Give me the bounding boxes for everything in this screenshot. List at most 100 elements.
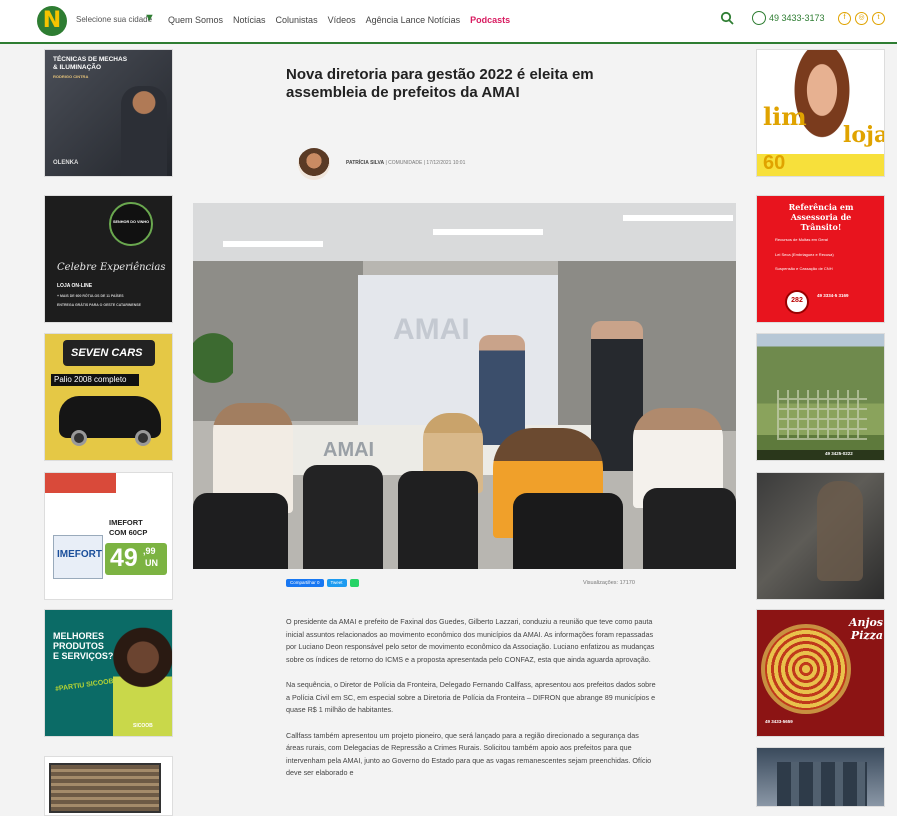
ad-sicoob-tag: #PARTIU SICOOB	[54, 677, 115, 694]
photo-desk-text: AMAI	[323, 439, 375, 461]
ad-left-bottom[interactable]	[44, 756, 173, 816]
facebook-icon[interactable]: f	[838, 12, 851, 25]
city-selector[interactable]: Selecione sua cidade	[76, 15, 152, 24]
photo-plant	[193, 313, 233, 403]
nav-item-noticias[interactable]: Notícias	[233, 15, 266, 25]
ad-pizza-phone: 49 3433-5659	[765, 719, 793, 724]
ad-vinho-brand: SENHOR DO VINHO	[112, 220, 150, 224]
ad-transito-item-1: Recursos de Multas em Geral	[775, 237, 828, 242]
ad-right-bottom[interactable]	[756, 747, 885, 807]
article-paragraph-3: Callfass também apresentou um projeto pi…	[286, 730, 652, 778]
ad-video-dark[interactable]	[756, 472, 885, 600]
ad-tecnicas-sub: RODRIGO CINTRA	[53, 74, 89, 79]
nav-item-colunistas[interactable]: Colunistas	[276, 15, 318, 25]
ad-imefort-header-bar	[45, 473, 172, 493]
photo-wall-right	[558, 261, 736, 431]
ad-imefort-price: 49	[110, 544, 138, 572]
ad-seven-cars-wheel-front	[71, 430, 87, 446]
twitter-icon[interactable]: t	[872, 12, 885, 25]
nav-item-quem-somos[interactable]: Quem Somos	[168, 15, 223, 25]
ad-tecnicas-line2: & ILUMINAÇÃO	[53, 64, 102, 71]
ad-lim-word1: lim	[763, 102, 807, 131]
ad-anjos-pizza[interactable]: Anjos Pizza 49 3433-5659	[756, 609, 885, 737]
photo-chair-5	[643, 488, 736, 569]
ad-seven-cars-caption: Palio 2008 completo	[54, 375, 127, 384]
chevron-down-icon[interactable]: ▼	[144, 12, 155, 24]
ad-left-bottom-image	[49, 763, 161, 813]
photo-speaker-1	[479, 335, 525, 445]
article-paragraph-1: O presidente da AMAI e prefeito de Faxin…	[286, 617, 655, 664]
ad-assessoria-transito[interactable]: Referência em Assessoria de Trânsito! Re…	[756, 195, 885, 323]
ad-loteamento-caption: 49 3425-0222	[825, 451, 853, 456]
whatsapp-icon	[752, 11, 766, 25]
ad-tecnicas-person	[121, 86, 167, 176]
ad-transito-title: Referência em Assessoria de Trânsito!	[788, 202, 854, 232]
ad-loteamento-aereo[interactable]: 49 3425-0222	[756, 333, 885, 461]
photo-wall-text: AMAI	[393, 313, 470, 346]
article-byline: PATRÍCIA SILVA | COMUNIDADE | 17/12/2021…	[346, 160, 465, 166]
photo-chair-3	[398, 471, 478, 569]
ad-vinho-line2: + MAIS DE 600 RÓTULOS DE 11 PAÍSES	[57, 294, 124, 298]
ad-imefort-detail: COM 60CP	[109, 528, 148, 537]
ad-imefort-unit: UN	[145, 558, 158, 568]
photo-chair-1	[193, 493, 288, 569]
instagram-icon[interactable]: ◎	[855, 12, 868, 25]
ad-sicoob[interactable]: MELHORES PRODUTOS E SERVIÇOS? #PARTIU SI…	[44, 609, 173, 737]
article-main-photo: AMAI AMAI	[193, 203, 736, 569]
ad-imefort-product: IMEFORT	[109, 518, 143, 527]
ad-imefort-box-label: IMEFORT	[57, 549, 102, 560]
ad-tecnicas-line1: TÉCNICAS DE MECHAS	[53, 56, 128, 63]
ad-pizza-title: Anjos Pizza	[848, 616, 883, 642]
ad-transito-item-2: Lei Seca (Embriaguez e Recusa)	[775, 252, 834, 257]
tweet-button[interactable]: Tweet	[326, 579, 347, 587]
photo-chair-2	[303, 465, 383, 569]
ad-transito-badge: 282	[791, 297, 803, 304]
ad-loteamento-footer-bar	[757, 450, 884, 460]
photo-chair-4	[513, 493, 623, 569]
ad-lim-loja[interactable]: lim loja 60	[756, 49, 885, 177]
photo-light-1	[433, 229, 543, 235]
facebook-share-button[interactable]: Compartilhar 0	[286, 579, 324, 587]
ad-lim-number: 60	[763, 152, 786, 174]
nav-item-podcasts[interactable]: Podcasts	[470, 15, 510, 25]
ad-senhor-do-vinho[interactable]: SENHOR DO VINHO Celebre Experiências LOJ…	[44, 195, 173, 323]
photo-projection-screen	[358, 275, 558, 425]
nav-item-videos[interactable]: Vídeos	[328, 15, 356, 25]
views-counter: Visualizações: 17170	[583, 580, 635, 586]
phone-number: 49 3433-3173	[769, 13, 825, 23]
social-links: f ◎ t	[838, 12, 885, 25]
article-date: 17/12/2021 10:01	[426, 160, 466, 166]
author-avatar[interactable]	[298, 148, 330, 180]
main-nav: Quem Somos Notícias Colunistas Vídeos Ag…	[168, 15, 510, 25]
photo-light-2	[623, 215, 733, 221]
ad-tecnicas-mechas[interactable]: TÉCNICAS DE MECHAS & ILUMINAÇÃO RODRIGO …	[44, 49, 173, 177]
ad-seven-cars[interactable]: SEVEN CARS Palio 2008 completo	[44, 333, 173, 461]
ad-tecnicas-brand: OLENKA	[53, 160, 79, 166]
ad-sicoob-person	[113, 626, 172, 736]
ad-seven-cars-wheel-rear	[135, 430, 151, 446]
search-icon[interactable]	[720, 11, 734, 25]
ad-vinho-line1: LOJA ON-LINE	[57, 283, 93, 289]
ad-imefort-price-decimal: ,99	[143, 546, 156, 556]
ad-lim-word2: loja	[843, 122, 885, 148]
ad-loteamento-lots	[777, 390, 867, 440]
nav-item-agencia-lance[interactable]: Agência Lance Notícias	[366, 15, 461, 25]
whatsapp-share-icon[interactable]	[349, 579, 359, 587]
ad-vinho-script: Celebre Experiências	[57, 262, 166, 273]
site-logo[interactable]: N	[37, 6, 67, 36]
top-navigation-bar: N Selecione sua cidade ▼ Quem Somos Notí…	[0, 0, 897, 44]
ad-pizza-image	[761, 624, 851, 714]
ad-vinho-line3: ENTREGA GRÁTIS PARA O OESTE CATARINENSE	[57, 303, 141, 307]
ad-video-figure	[817, 481, 863, 581]
ad-transito-phone: 49 3334-5 3169	[817, 293, 849, 298]
article-title: Nova diretoria para gestão 2022 é eleita…	[286, 66, 594, 101]
article-paragraph-2: Na sequência, o Diretor de Polícia da Fr…	[286, 680, 656, 714]
ad-sicoob-line3: E SERVIÇOS?	[53, 651, 114, 661]
author-name[interactable]: PATRÍCIA SILVA	[346, 160, 384, 166]
article-body: O presidente da AMAI e prefeito de Faxin…	[286, 616, 656, 793]
article-category[interactable]: COMUNIDADE	[388, 160, 422, 166]
share-buttons: Compartilhar 0 Tweet	[286, 579, 359, 587]
ad-imefort[interactable]: IMEFORT COM 60CP IMEFORT 49 ,99 UN	[44, 472, 173, 600]
ad-transito-item-3: Suspensão e Cassação de CNH	[775, 266, 833, 271]
whatsapp-contact[interactable]: 49 3433-3173	[752, 11, 825, 25]
